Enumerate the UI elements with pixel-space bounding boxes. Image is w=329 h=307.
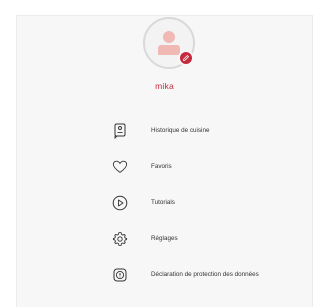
menu-item-label: Réglages [151, 235, 178, 242]
cooking-history-icon [112, 123, 128, 139]
username: mika [155, 81, 174, 91]
heart-icon [112, 159, 128, 175]
menu-item-settings[interactable]: Réglages [17, 224, 312, 254]
menu-item-label: Historique de cuisine [151, 127, 210, 134]
gear-icon [112, 231, 128, 247]
play-icon [112, 195, 128, 211]
avatar-head [163, 31, 175, 43]
privacy-icon [112, 267, 128, 283]
edit-avatar-button[interactable] [178, 50, 194, 66]
avatar-container [143, 17, 195, 69]
avatar-body [158, 45, 180, 55]
menu-item-privacy[interactable]: Déclaration de protection des données [17, 260, 312, 290]
menu-item-label: Déclaration de protection des données [151, 271, 259, 278]
profile-panel: mika Historique de cuisine Favoris Tutor… [16, 15, 313, 307]
pencil-icon [183, 55, 189, 61]
menu-item-label: Favoris [151, 163, 172, 170]
menu-item-label: Tutorials [151, 199, 175, 206]
menu-item-cooking-history[interactable]: Historique de cuisine [17, 116, 312, 146]
menu-item-favorites[interactable]: Favoris [17, 152, 312, 182]
menu-item-tutorials[interactable]: Tutorials [17, 188, 312, 218]
